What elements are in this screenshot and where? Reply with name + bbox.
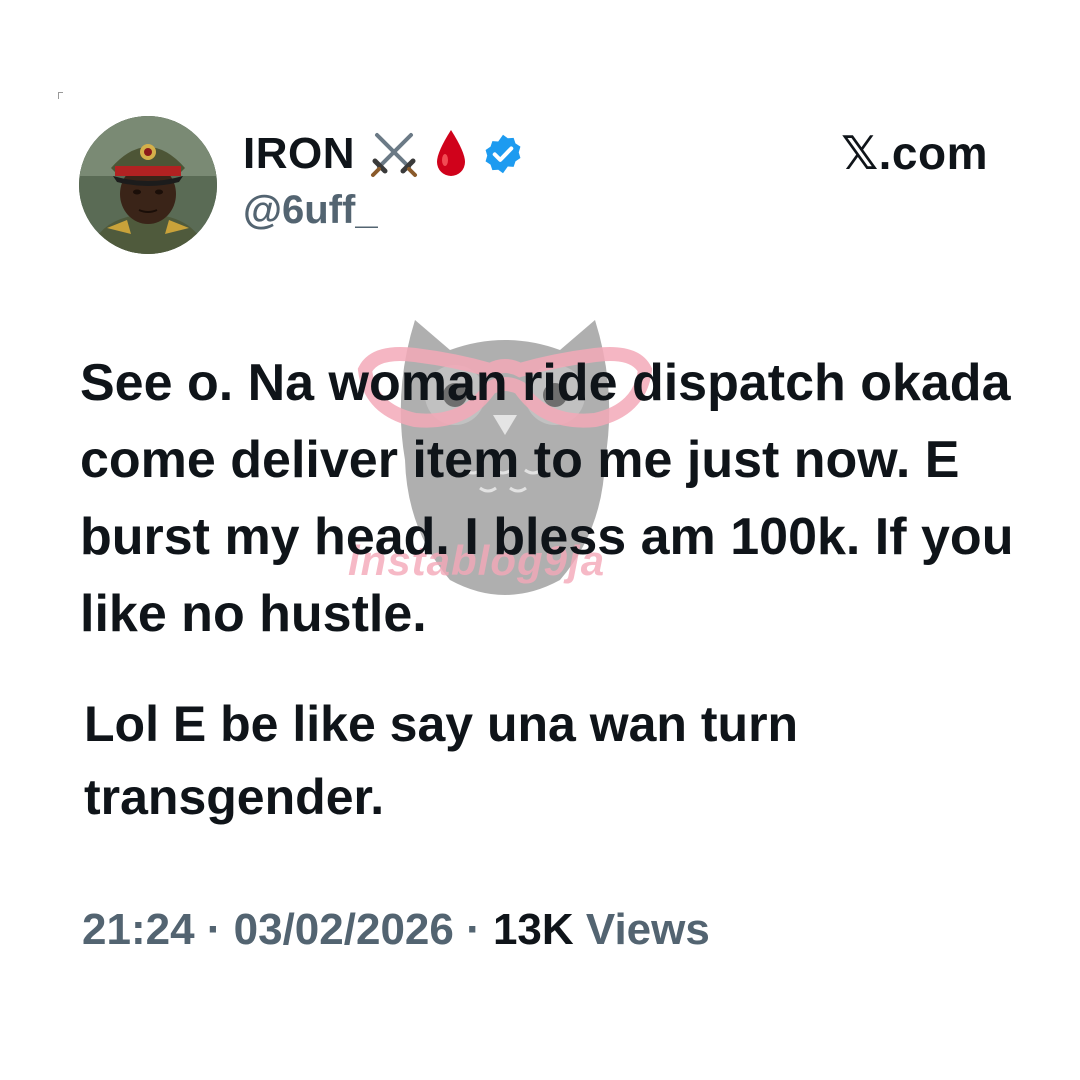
display-name[interactable]: IRON — [243, 132, 355, 176]
avatar-image — [79, 116, 217, 254]
tweet-meta: 21:24 · 03/02/2026 · 13K Views — [82, 908, 710, 952]
reply-paragraph: Lol E be like say una wan turn transgend… — [84, 696, 799, 825]
avatar[interactable] — [79, 116, 217, 254]
corner-mark — [58, 92, 63, 99]
brand-logo: 𝕏.com — [841, 127, 988, 179]
views-label: Views — [573, 905, 710, 954]
blood-drop-icon — [433, 128, 469, 180]
user-handle[interactable]: @6uff_ — [243, 190, 378, 230]
tweet-text: See o. Na woman ride dispatch okada come… — [80, 345, 1020, 653]
tweet-card: IRON @6uff_ 𝕏.com instablog9ja See o. Na… — [0, 0, 1080, 1080]
views-count[interactable]: 13K — [493, 905, 574, 954]
reply-text: Lol E be like say una wan turn transgend… — [84, 688, 984, 834]
tweet-timestamp[interactable]: 21:24 · 03/02/2026 · — [82, 905, 493, 954]
name-row: IRON — [243, 126, 525, 182]
tweet-paragraph: See o. Na woman ride dispatch okada come… — [80, 354, 1014, 643]
verified-badge-icon — [481, 132, 525, 176]
crossed-swords-icon — [367, 127, 421, 181]
